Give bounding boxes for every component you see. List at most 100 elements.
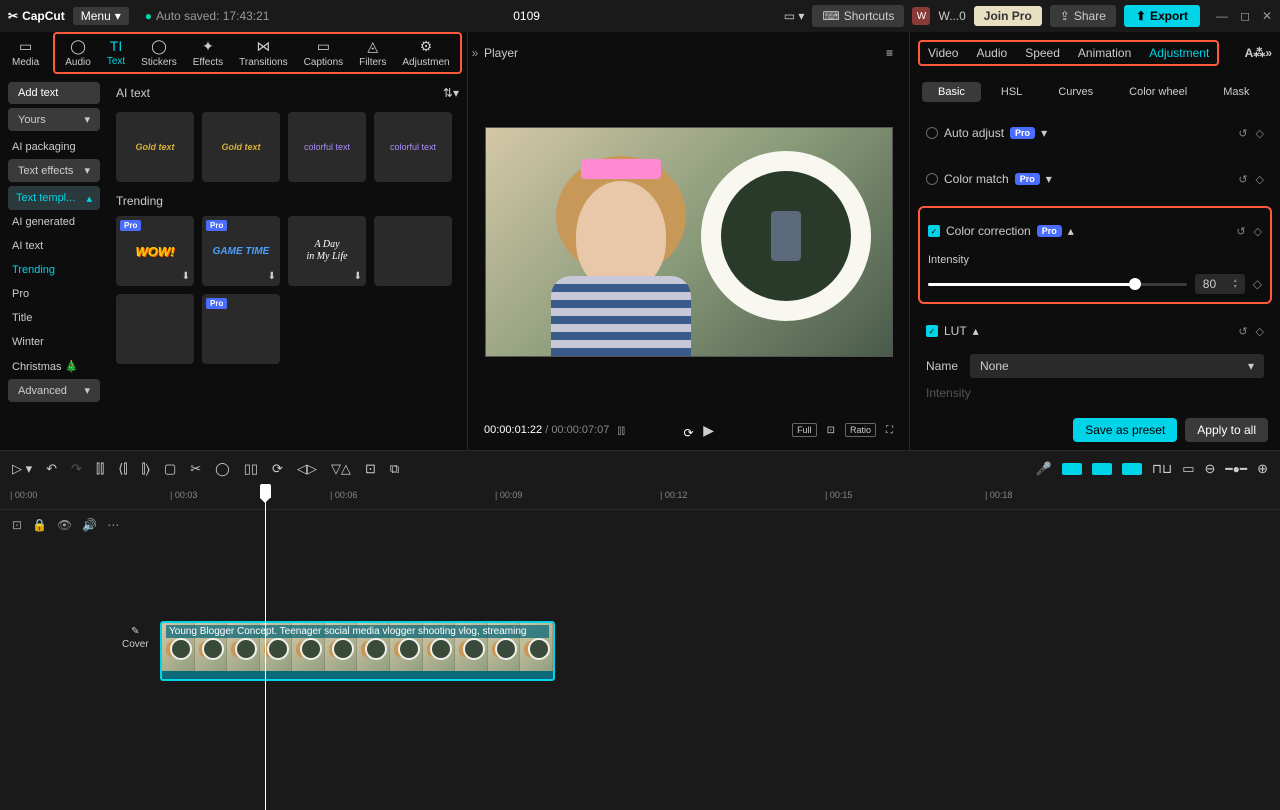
zoom-slider[interactable]: ━●━ (1225, 462, 1247, 476)
tab-media[interactable]: ▭Media (4, 36, 47, 70)
mask-icon[interactable]: ◯ (215, 461, 230, 477)
subtab-mask[interactable]: Mask (1207, 82, 1265, 102)
join-pro-button[interactable]: Join Pro (974, 6, 1042, 26)
reset-icon[interactable]: ↺ (1238, 173, 1247, 186)
redo-icon[interactable]: ↷ (71, 461, 82, 477)
chevron-down-icon[interactable]: ▾ (1041, 126, 1047, 140)
rtab-audio[interactable]: Audio (976, 46, 1007, 60)
layout-icon[interactable]: ▭ ▾ (784, 9, 805, 23)
delete-icon[interactable]: ▢ (164, 461, 176, 477)
asset-a-day[interactable]: A Day in My Life ⬇ (288, 216, 366, 286)
tab-stickers[interactable]: ◯Stickers (133, 36, 185, 70)
menu-button[interactable]: Menu ▾ (73, 7, 129, 25)
flip-v-icon[interactable]: ▽△ (331, 461, 351, 477)
flip-h-icon[interactable]: ◁▷ (297, 461, 317, 477)
lut-toggle[interactable]: ✓ (926, 325, 938, 337)
maximize-icon[interactable]: ◻ (1240, 9, 1250, 23)
pointer-icon[interactable]: ▷ ▾ (12, 461, 32, 477)
keyframe-icon[interactable]: ◇ (1253, 277, 1262, 291)
export-button[interactable]: ⬆ Export (1124, 5, 1200, 27)
cover-button[interactable]: ✎ Cover (122, 626, 149, 650)
rtab-video[interactable]: Video (928, 46, 958, 60)
download-icon[interactable]: ⬇ (354, 271, 362, 282)
mirror-icon[interactable]: ▯▯ (244, 461, 258, 477)
sidebar-winter[interactable]: Winter (8, 330, 100, 354)
subtab-curves[interactable]: Curves (1042, 82, 1109, 102)
crop-icon[interactable]: ✂ (190, 461, 201, 477)
magnet-icon[interactable]: ⊓⊔ (1152, 461, 1172, 477)
chevron-up-icon[interactable]: ▴ (973, 324, 979, 338)
full-button[interactable]: Full (792, 423, 817, 437)
keyframe-icon[interactable]: ◇ (1256, 325, 1264, 338)
filter-icon[interactable]: ⇅▾ (443, 86, 459, 100)
asset-colorful-text-2[interactable]: colorful text (374, 112, 452, 182)
preview-toggle[interactable] (1122, 463, 1142, 475)
download-icon[interactable]: ⬇ (268, 271, 276, 282)
project-name[interactable]: 0109 (277, 9, 775, 23)
intensity-value[interactable]: 80 ▴▾ (1195, 274, 1245, 294)
tab-captions[interactable]: ▭Captions (296, 36, 351, 70)
sidebar-ai-generated[interactable]: AI generated (8, 210, 100, 234)
color-correction-toggle[interactable]: ✓ (928, 225, 940, 237)
playhead[interactable] (265, 486, 266, 810)
asset-gold-text-2[interactable]: Gold text (202, 112, 280, 182)
trim-left-icon[interactable]: ⟨⫿ (118, 461, 127, 477)
asset-item[interactable] (374, 216, 452, 286)
mic-icon[interactable]: 🎤 (1036, 461, 1052, 477)
asset-game-time[interactable]: Pro GAME TIME ⬇ (202, 216, 280, 286)
tab-adjustment[interactable]: ⚙Adjustmen (394, 36, 457, 70)
tab-effects[interactable]: ✦Effects (185, 36, 231, 70)
close-icon[interactable]: ✕ (1262, 9, 1272, 23)
minimize-icon[interactable]: — (1216, 9, 1228, 23)
tab-audio[interactable]: ◯Audio (57, 36, 99, 70)
rtab-animation[interactable]: Animation (1078, 46, 1131, 60)
rotate-icon[interactable]: ⟳ (272, 461, 283, 477)
asset-item[interactable] (116, 294, 194, 364)
crop-icon[interactable]: ⊡ (827, 425, 835, 436)
snap-toggle[interactable] (1062, 463, 1082, 475)
sidebar-ai-packaging[interactable]: AI packaging (8, 135, 100, 159)
tab-transitions[interactable]: ⋈Transitions (231, 36, 296, 70)
tab-filters[interactable]: ◬Filters (351, 36, 394, 70)
timeline[interactable]: | 00:00 | 00:03 | 00:06 | 00:09 | 00:12 … (0, 486, 1280, 810)
sidebar-christmas[interactable]: Christmas 🎄 (8, 354, 100, 379)
user-avatar[interactable]: W (912, 7, 930, 25)
sidebar-pro[interactable]: Pro (8, 282, 100, 306)
advanced-dropdown[interactable]: Advanced▾ (8, 379, 100, 402)
zoom-out-icon[interactable]: ⊖ (1204, 461, 1215, 477)
subtab-basic[interactable]: Basic (922, 82, 981, 102)
sidebar-trending[interactable]: Trending (8, 258, 100, 282)
rtab-speed[interactable]: Speed (1025, 46, 1060, 60)
video-track-clip[interactable]: Young Blogger Concept. Teenager social m… (160, 621, 555, 681)
keyframe-icon[interactable]: ◇ (1256, 127, 1264, 140)
trim-right-icon[interactable]: ⫿⟩ (142, 461, 150, 477)
video-frame[interactable] (485, 127, 893, 357)
tl-lock-icon[interactable]: 🔒 (32, 518, 47, 532)
player-viewport[interactable]: ⟳ (468, 74, 909, 410)
shortcuts-button[interactable]: ⌨ Shortcuts (812, 5, 904, 27)
download-icon[interactable]: ⬇ (182, 271, 190, 282)
timeline-ruler[interactable]: | 00:00 | 00:03 | 00:06 | 00:09 | 00:12 … (0, 486, 1280, 510)
color-match-toggle[interactable] (926, 173, 938, 185)
chevron-down-icon[interactable]: ▾ (1046, 172, 1052, 186)
chevron-up-icon[interactable]: ▴ (1068, 224, 1074, 238)
save-preset-button[interactable]: Save as preset (1073, 418, 1177, 442)
tl-settings-icon[interactable]: ⊡ (12, 518, 22, 532)
group-icon[interactable]: ⧉ (390, 461, 399, 477)
reset-icon[interactable]: ↺ (1238, 127, 1247, 140)
compare-icon[interactable]: ⫾⫾ (617, 423, 625, 438)
reset-icon[interactable]: ↺ (1236, 225, 1245, 238)
play-button[interactable]: ▶ (703, 422, 714, 439)
asset-item[interactable]: Pro (202, 294, 280, 364)
ratio-button[interactable]: Ratio (845, 423, 876, 437)
stepper-icon[interactable]: ▴▾ (1234, 278, 1237, 290)
fullscreen-icon[interactable]: ⛶ (886, 425, 893, 436)
split-icon[interactable]: ⫿⫿ (96, 461, 104, 477)
slider-thumb[interactable] (1129, 278, 1141, 290)
lut-select[interactable]: None▾ (970, 354, 1264, 378)
sidebar-text-templates[interactable]: Text templ... ▴ (8, 186, 100, 210)
subtab-hsl[interactable]: HSL (985, 82, 1038, 102)
add-text-button[interactable]: Add text (8, 82, 100, 104)
track-icon[interactable]: ▭ (1182, 461, 1194, 477)
asset-colorful-text[interactable]: colorful text (288, 112, 366, 182)
